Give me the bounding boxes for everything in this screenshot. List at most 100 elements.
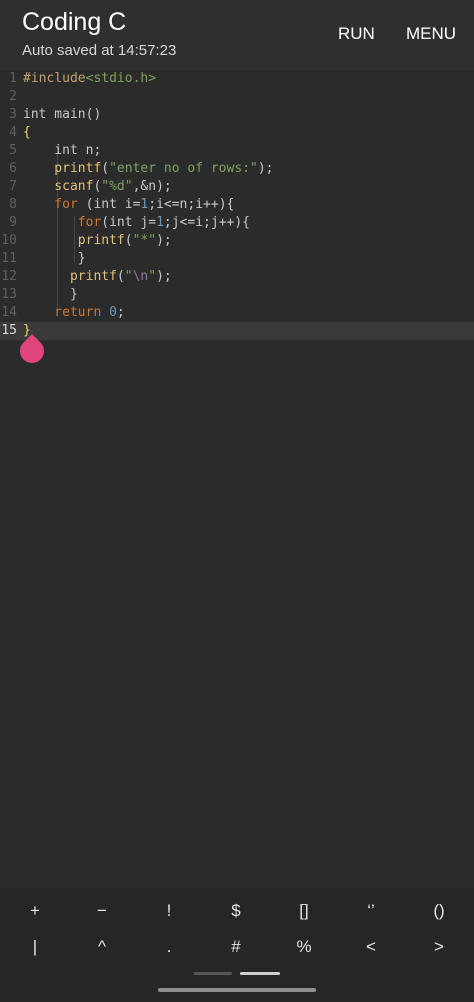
run-button[interactable]: RUN [338,24,375,44]
code-token: printf [23,161,102,176]
code-token: for [23,197,78,212]
line-number: 10 [1,233,17,248]
symbol-key[interactable]: ! [136,896,202,926]
code-text: } [23,250,86,268]
code-token: for [23,215,102,230]
line-number: 11 [1,251,17,266]
symbol-key[interactable]: % [271,932,337,962]
menu-button[interactable]: MENU [406,24,456,44]
page-indicator-active [240,972,280,975]
code-token: #include [23,71,86,86]
line-number: 7 [9,179,17,194]
code-line[interactable]: 6 printf("enter no of rows:"); [0,160,474,178]
code-line[interactable]: 14 return 0; [0,304,474,322]
symbol-key[interactable]: ‘’ [338,896,404,926]
symbol-key[interactable]: $ [203,896,269,926]
line-number: 2 [9,89,17,104]
symbol-keyboard: + −! $[] ‘’() | ^. #% < > [0,888,474,1002]
line-number: 3 [9,107,17,122]
code-text: int n; [23,142,101,160]
symbol-key[interactable]: < [338,932,404,962]
code-token: ); [156,269,172,284]
page-indicator [194,972,232,975]
code-token: 1 [156,215,164,230]
symbol-key[interactable]: [] [271,896,337,926]
line-number: 9 [9,215,17,230]
code-line[interactable]: 12 printf("\n"); [0,268,474,286]
code-token: \n [132,269,149,284]
code-token: ;i<=n;i++){ [148,197,235,212]
app-title: Coding C [22,8,127,36]
code-token: } [23,251,86,266]
code-token: ( [101,161,110,176]
code-editor[interactable]: 1 #include<stdio.h> 2 3 int main() 4{5 int n;… [0,70,474,888]
code-token: printf [23,233,125,248]
line-number: 14 [1,305,17,320]
code-text: int main() [23,106,101,124]
symbol-key[interactable]: () [406,896,472,926]
symbol-key[interactable]: | [2,932,68,962]
code-text: printf("\n"); [23,268,172,286]
line-number: 6 [9,161,17,176]
code-line[interactable]: 5 int n; [0,142,474,160]
code-token: (int j= [101,215,157,230]
line-number: 15 [1,323,17,338]
symbol-key[interactable]: − [69,896,135,926]
symbol-key[interactable]: . [136,932,202,962]
code-line[interactable]: 1 #include<stdio.h> [0,70,474,88]
code-token: 0 [109,305,117,320]
code-token: int main [23,107,86,122]
code-line[interactable]: 4{ [0,124,474,142]
code-text: { [23,124,31,142]
code-token: <stdio.h> [85,71,157,86]
code-text: printf("enter no of rows:"); [23,160,273,178]
code-line[interactable]: 11 } [0,250,474,268]
code-line[interactable]: 8 for (int i=1;i<=n;i++){ [0,196,474,214]
line-number: 12 [1,269,17,284]
code-line[interactable]: 3 int main() [0,106,474,124]
symbol-key[interactable]: # [203,932,269,962]
code-token: (int i= [77,197,141,212]
code-text: scanf("%d",&n); [23,178,172,196]
code-token: ; [116,305,125,320]
gesture-nav-handle[interactable] [158,988,316,992]
code-token: ( [116,269,125,284]
line-number: 8 [9,197,17,212]
code-token: " [124,269,133,284]
code-line[interactable]: 15} [0,322,474,340]
app-bar: Coding C Auto saved at 14:57:23 RUN MENU [0,0,474,70]
code-line[interactable]: 13 } [0,286,474,304]
code-line[interactable]: 7 scanf("%d",&n); [0,178,474,196]
code-token: scanf [23,179,94,194]
code-line[interactable]: 9 for(int j=1;j<=i;j++){ [0,214,474,232]
code-text: for (int i=1;i<=n;i++){ [23,196,234,214]
line-number: 1 [9,71,17,86]
code-text: printf("*"); [23,232,172,250]
code-token: "enter no of rows:" [109,161,258,176]
code-token: } [23,287,78,302]
code-line[interactable]: 2 [0,88,474,106]
code-token: ); [257,161,274,176]
code-token: return [23,305,110,320]
line-number: 5 [9,143,17,158]
code-token: ,&n); [132,179,172,194]
autosave-status: Auto saved at 14:57:23 [22,42,177,59]
code-token: int n; [23,143,102,158]
symbol-key[interactable]: > [406,932,472,962]
code-token: "*" [132,233,157,248]
code-token: printf [23,269,117,284]
code-token: () [85,107,102,122]
code-line[interactable]: 10 printf("*"); [0,232,474,250]
symbol-key[interactable]: + [2,896,68,926]
code-token: { [23,125,31,140]
line-number: 13 [1,287,17,302]
line-number: 4 [9,125,17,140]
code-text: return 0; [23,304,125,322]
code-text: } [23,286,78,304]
code-token: ;j<=i;j++){ [163,215,250,230]
code-text: for(int j=1;j<=i;j++){ [23,214,250,232]
code-token: ( [124,233,133,248]
code-token: "%d" [101,179,133,194]
code-token: " [148,269,157,284]
symbol-key[interactable]: ^ [69,932,135,962]
